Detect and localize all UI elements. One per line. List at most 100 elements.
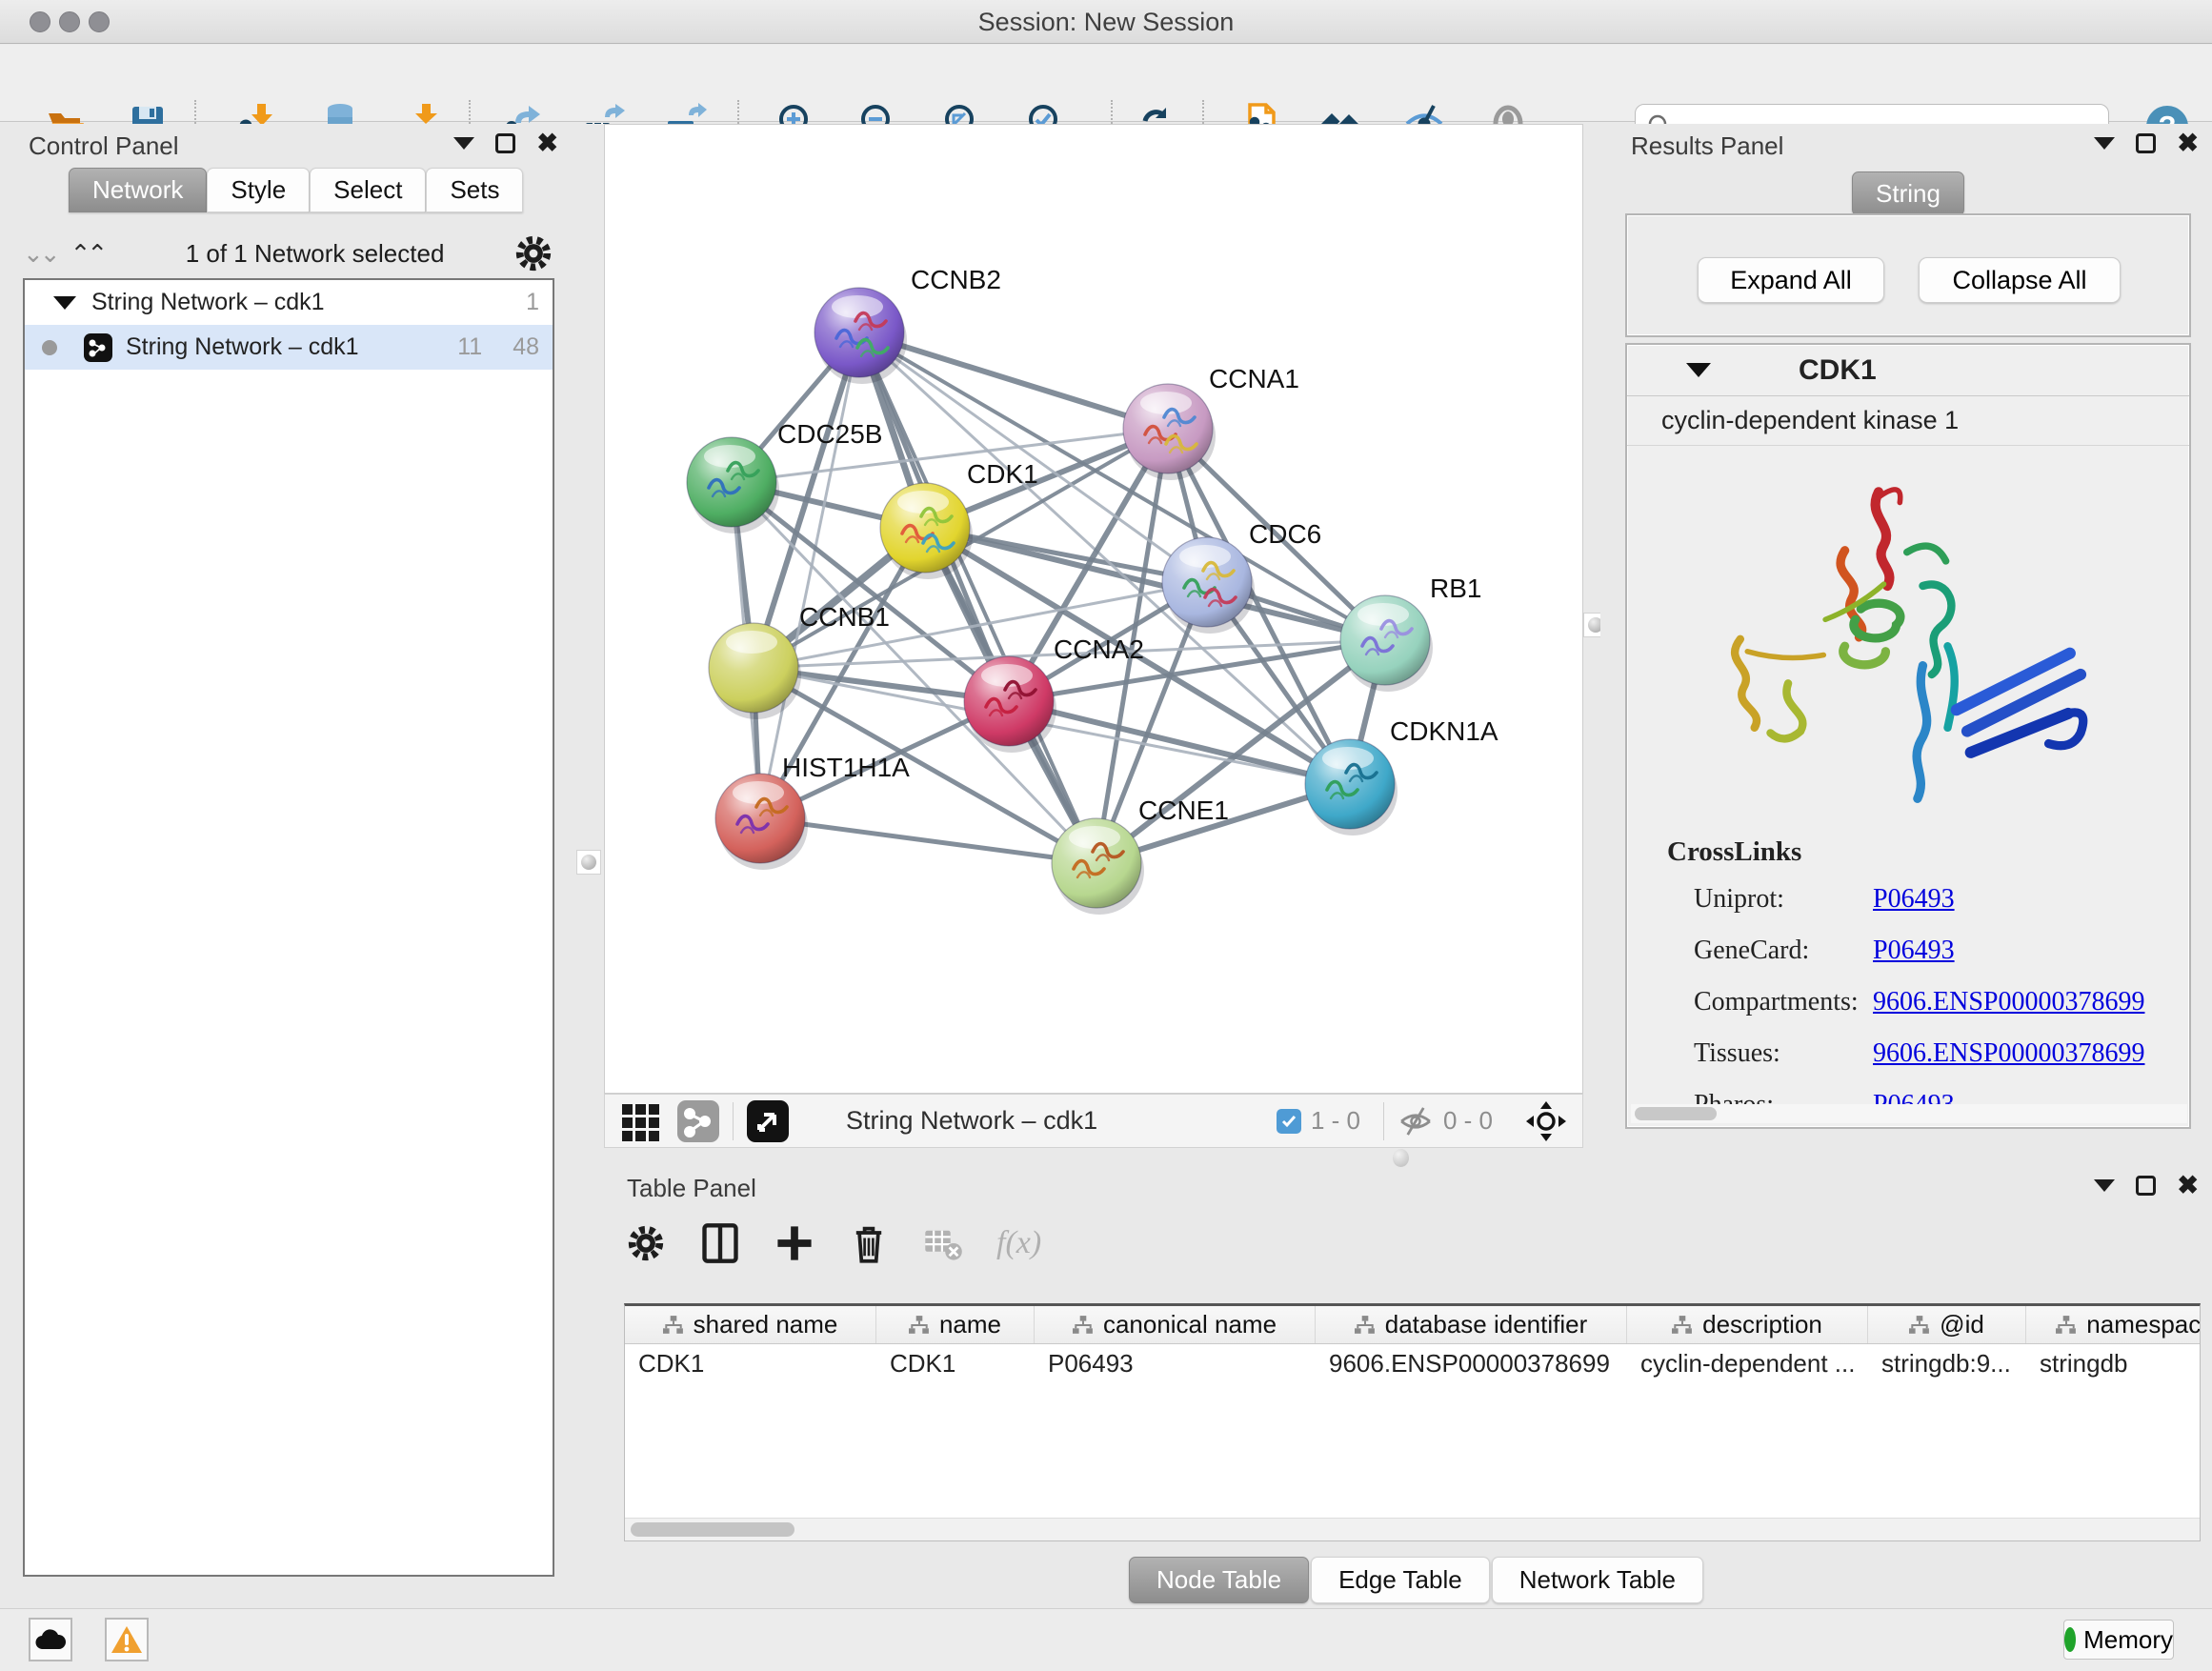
collapse-all-chevron-icon[interactable]: ⌄⌄	[23, 239, 57, 269]
string-results-header-box: Expand All Collapse All	[1625, 213, 2191, 337]
network-node-CCNB1: CCNB1	[709, 602, 890, 719]
function-builder-icon: f(x)	[996, 1225, 1041, 1261]
panel-menu-icon[interactable]	[453, 137, 474, 150]
current-network-dot-icon	[42, 340, 57, 355]
cell-name: CDK1	[876, 1344, 1035, 1382]
crosslink-row: GeneCard: P06493	[1667, 925, 2189, 976]
birdseye-grid-icon[interactable]	[620, 1100, 662, 1142]
open-in-new-window-icon[interactable]	[747, 1100, 789, 1142]
cell-shared-name: CDK1	[625, 1344, 876, 1382]
selected-checkbox-icon[interactable]	[1277, 1109, 1301, 1134]
node-count: 11	[457, 333, 482, 361]
node-label-CCNA2: CCNA2	[1054, 634, 1144, 664]
results-scrollbar[interactable]	[1631, 1104, 2187, 1123]
toolbar-separator	[1383, 1102, 1384, 1140]
attribute-icon	[1909, 1316, 1930, 1335]
table-toolbar: f(x)	[625, 1212, 1041, 1275]
tab-node-table[interactable]: Node Table	[1129, 1557, 1309, 1603]
network-view-title: String Network – cdk1	[846, 1106, 1097, 1136]
crosslink-label: Tissues:	[1667, 1038, 1873, 1069]
collection-disclosure-icon[interactable]	[53, 296, 76, 310]
protein-section-header[interactable]: CDK1	[1627, 345, 2189, 396]
panel-menu-icon[interactable]	[2094, 137, 2115, 150]
column-header[interactable]: canonical name	[1035, 1306, 1316, 1343]
cell-id: stringdb:9...	[1868, 1344, 2026, 1382]
left-splitter[interactable]	[570, 124, 604, 1606]
tab-network-table[interactable]: Network Table	[1492, 1557, 1703, 1603]
float-panel-icon[interactable]	[2136, 133, 2156, 153]
network-node-CDKN1A: CDKN1A	[1305, 716, 1498, 836]
table-panel-title: Table Panel	[627, 1174, 756, 1203]
share-network-icon[interactable]	[677, 1100, 719, 1142]
close-panel-icon[interactable]: ✖	[2177, 1176, 2199, 1196]
tab-string[interactable]: String	[1852, 171, 1964, 216]
birdseye-toggle-icon[interactable]	[1525, 1100, 1567, 1142]
network-collection-row[interactable]: String Network – cdk1 1	[25, 280, 553, 325]
column-header[interactable]: shared name	[625, 1306, 876, 1343]
warnings-button[interactable]	[105, 1618, 149, 1661]
close-panel-icon[interactable]: ✖	[2177, 133, 2199, 153]
network-selection-bar: ⌄⌄ ⌃⌃ 1 of 1 Network selected	[23, 231, 554, 276]
tab-edge-table[interactable]: Edge Table	[1311, 1557, 1490, 1603]
tab-style[interactable]: Style	[207, 168, 310, 212]
table-row[interactable]: CDK1 CDK1 P06493 9606.ENSP00000378699 cy…	[625, 1344, 2200, 1382]
select-columns-icon[interactable]	[699, 1222, 741, 1264]
network-label: String Network – cdk1	[126, 333, 359, 361]
table-horizontal-scrollbar[interactable]	[625, 1518, 2200, 1540]
network-selection-status: 1 of 1 Network selected	[117, 239, 513, 269]
collapse-all-button[interactable]: Collapse All	[1919, 257, 2121, 303]
column-header[interactable]: description	[1627, 1306, 1868, 1343]
float-panel-icon[interactable]	[495, 133, 515, 153]
expand-all-chevron-icon[interactable]: ⌃⌃	[70, 239, 105, 269]
results-panel: Results Panel ✖ String Expand All Collap…	[1600, 124, 2212, 1168]
main-toolbar: ?	[0, 45, 2212, 122]
titlebar: Session: New Session	[0, 0, 2212, 44]
crosslink-link[interactable]: 9606.ENSP00000378699	[1873, 1038, 2144, 1069]
delete-trash-icon[interactable]	[848, 1222, 890, 1264]
gear-icon[interactable]	[513, 232, 554, 274]
crosslink-row: Uniprot: P06493	[1667, 874, 2189, 925]
tab-sets[interactable]: Sets	[426, 168, 523, 212]
status-bar: Memory	[0, 1608, 2212, 1671]
tab-select[interactable]: Select	[310, 168, 426, 212]
expand-all-button[interactable]: Expand All	[1698, 257, 1884, 303]
crosslink-label: Compartments:	[1667, 987, 1873, 1017]
network-view-toolbar: String Network – cdk1 1 - 0 0 - 0	[604, 1094, 1583, 1148]
float-panel-icon[interactable]	[2136, 1176, 2156, 1196]
crosslinks-section: CrossLinks Uniprot: P06493 GeneCard: P06…	[1627, 836, 2189, 1131]
network-graph[interactable]: CCNB2CCNA1CDC25BCDK1CDC6RB1CCNB1CCNA2CDK…	[605, 125, 1582, 1093]
network-canvas[interactable]: CCNB2CCNA1CDC25BCDK1CDC6RB1CCNB1CCNA2CDK…	[604, 124, 1583, 1094]
close-panel-icon[interactable]: ✖	[536, 133, 558, 153]
folder-icon	[49, 113, 80, 123]
column-header[interactable]: name	[876, 1306, 1035, 1343]
cytoscape-window: { "window": { "title": "Session: New Ses…	[0, 0, 2212, 1671]
crosslink-link[interactable]: P06493	[1873, 936, 1955, 966]
section-disclosure-icon[interactable]	[1686, 363, 1711, 377]
column-header[interactable]: namespace	[2026, 1306, 2201, 1343]
node-label-CCNE1: CCNE1	[1138, 795, 1229, 825]
network-node-RB1: RB1	[1340, 574, 1481, 692]
panel-menu-icon[interactable]	[2094, 1179, 2115, 1192]
table-panel-tabs: Node Table Edge Table Network Table	[1129, 1557, 1703, 1603]
network-row-selected[interactable]: String Network – cdk1 11 48	[25, 325, 553, 370]
add-icon[interactable]	[774, 1222, 815, 1264]
control-panel: Control Panel ✖ Network Style Select Set…	[8, 124, 570, 1606]
node-table: shared name name canonical name database…	[624, 1303, 2201, 1541]
window-title: Session: New Session	[0, 8, 2212, 37]
memory-label: Memory	[2083, 1625, 2173, 1655]
tab-network[interactable]: Network	[69, 168, 207, 212]
crosslink-link[interactable]: 9606.ENSP00000378699	[1873, 987, 2144, 1017]
column-header[interactable]: @id	[1868, 1306, 2026, 1343]
protein-structure-image	[1627, 446, 2189, 827]
memory-status-dot	[2064, 1627, 2076, 1652]
node-label-CDK1: CDK1	[967, 459, 1038, 489]
gear-icon[interactable]	[625, 1222, 667, 1264]
node-label-CCNB1: CCNB1	[799, 602, 890, 632]
splitter-grip[interactable]	[576, 850, 601, 875]
crosslink-row: Compartments: 9606.ENSP00000378699	[1667, 976, 2189, 1028]
cloud-button[interactable]	[29, 1618, 72, 1661]
memory-button[interactable]: Memory	[2063, 1620, 2174, 1660]
crosslink-link[interactable]: P06493	[1873, 884, 1955, 915]
column-header[interactable]: database identifier	[1316, 1306, 1627, 1343]
horizontal-splitter-grip[interactable]	[1393, 1149, 1409, 1167]
